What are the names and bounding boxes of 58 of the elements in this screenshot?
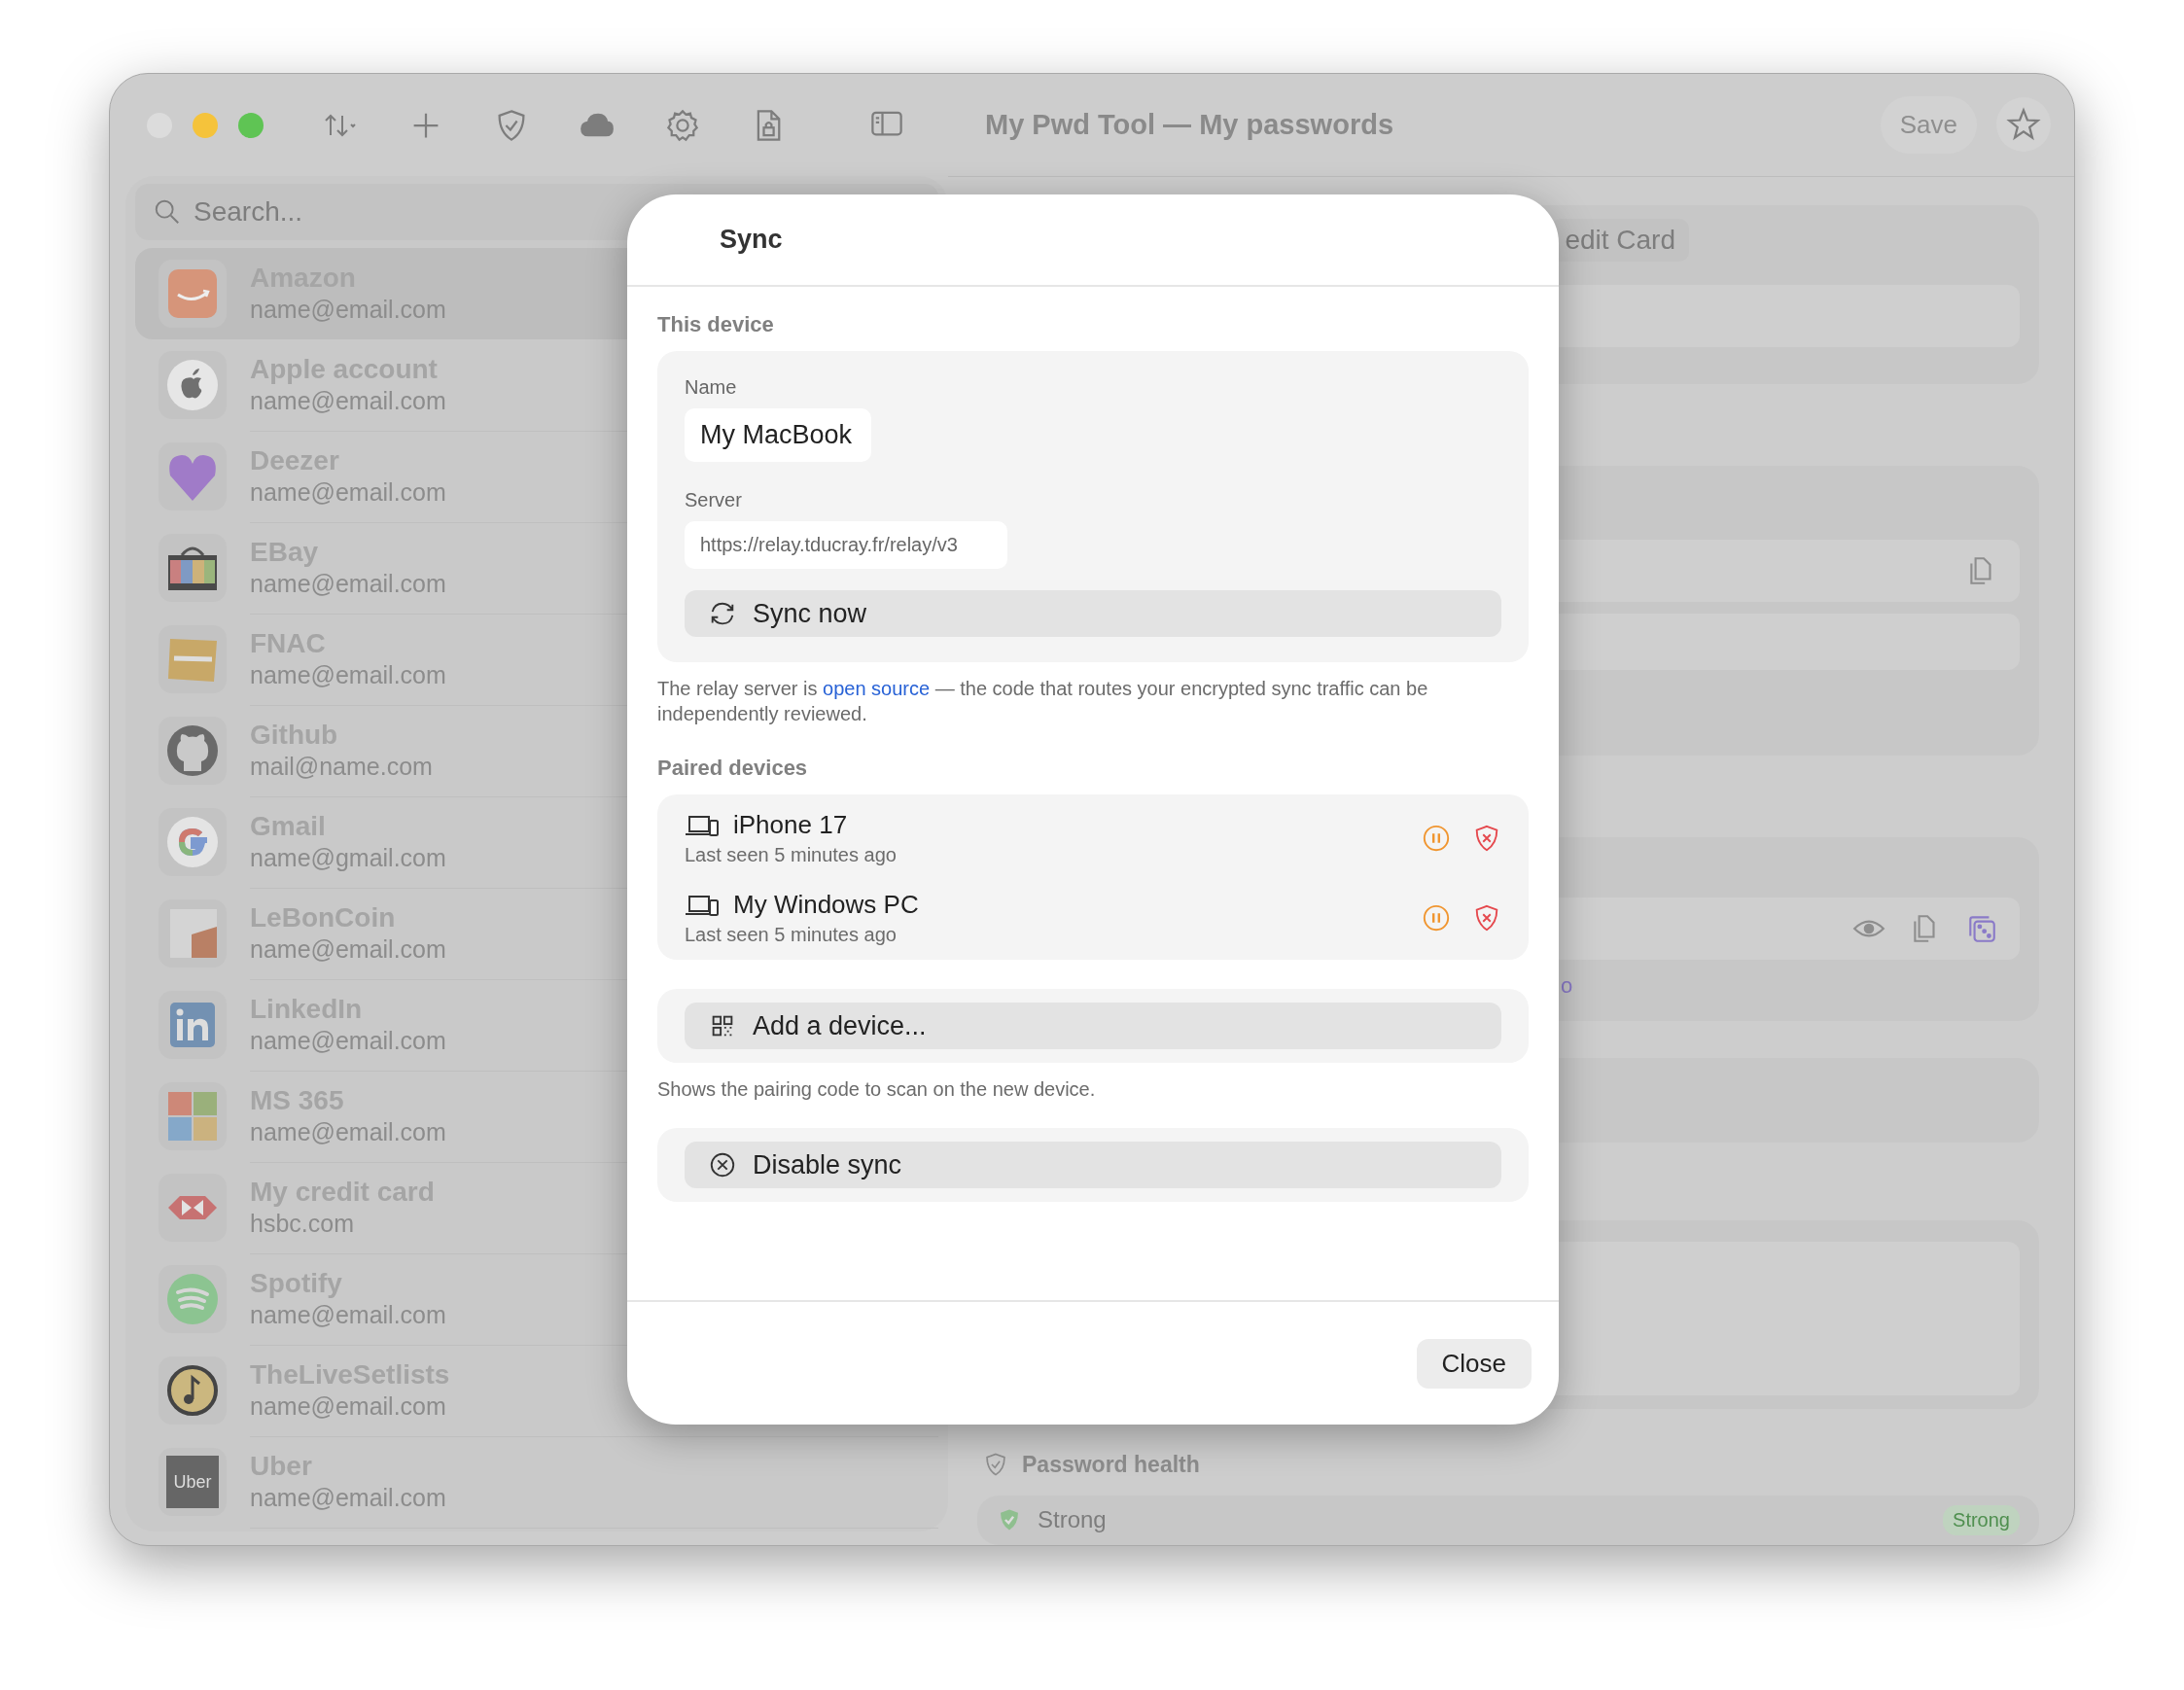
app-logo-icon bbox=[159, 991, 227, 1059]
section-heading: Password health bbox=[1022, 1452, 1200, 1478]
strength-label: Strong bbox=[1038, 1506, 1108, 1534]
entry-login: name@email.com bbox=[250, 1027, 446, 1055]
entry-login: name@email.com bbox=[250, 387, 446, 415]
app-logo-icon bbox=[159, 442, 227, 511]
app-logo-icon bbox=[159, 717, 227, 785]
close-button[interactable]: Close bbox=[1416, 1338, 1532, 1389]
app-logo-icon bbox=[159, 808, 227, 876]
field-label: Name bbox=[685, 376, 737, 399]
add-device-button[interactable]: Add a device... bbox=[685, 1003, 1501, 1049]
strength-badge: Strong bbox=[1943, 1505, 2020, 1535]
entry-login: mail@name.com bbox=[250, 753, 433, 781]
app-logo-icon bbox=[159, 1265, 227, 1333]
entry-login: name@email.com bbox=[250, 478, 446, 507]
sync-now-button[interactable]: Sync now bbox=[685, 590, 1501, 637]
server-field[interactable]: https://relay.tducray.fr/relay/v3 bbox=[685, 521, 1007, 569]
entry-login: name@gmail.com bbox=[250, 844, 446, 872]
star-icon bbox=[2006, 107, 2041, 142]
entry-login: name@email.com bbox=[250, 1484, 446, 1512]
entry-login: name@email.com bbox=[250, 1392, 446, 1421]
zoom-window-button[interactable] bbox=[238, 112, 264, 138]
uber-logo: Uber bbox=[166, 1456, 219, 1508]
device-name-field[interactable]: My MacBook bbox=[685, 408, 871, 462]
last-seen-text: Last seen 5 minutes ago bbox=[685, 844, 897, 866]
entry-login: name@email.com bbox=[250, 1118, 446, 1146]
entry-login: hsbc.com bbox=[250, 1210, 354, 1238]
pause-icon[interactable] bbox=[1422, 903, 1451, 933]
device-name: My Windows PC bbox=[733, 890, 919, 920]
app-logo-icon bbox=[159, 625, 227, 693]
disable-sync-button[interactable]: Disable sync bbox=[685, 1142, 1501, 1188]
device-name: iPhone 17 bbox=[733, 810, 848, 840]
app-logo-icon bbox=[159, 1082, 227, 1150]
link-text[interactable]: o bbox=[1561, 972, 1573, 999]
app-logo-icon bbox=[159, 899, 227, 968]
close-circle-icon bbox=[708, 1150, 737, 1179]
entry-login: name@email.com bbox=[250, 935, 446, 964]
shield-check-icon bbox=[983, 1452, 1008, 1478]
app-logo-icon bbox=[159, 534, 227, 602]
section-heading: This device bbox=[657, 312, 775, 337]
save-button[interactable]: Save bbox=[1880, 95, 1977, 154]
pause-icon[interactable] bbox=[1422, 824, 1451, 853]
app-logo-icon bbox=[159, 1356, 227, 1425]
relay-note: The relay server is open source — the code that routes your encrypted sync traffic can be independently reviewed. bbox=[657, 677, 1429, 726]
entry-login: name@email.com bbox=[250, 570, 446, 598]
hint-text: Shows the pairing code to scan on the new device. bbox=[657, 1078, 1097, 1101]
entry-login: name@email.com bbox=[250, 661, 446, 689]
settings-icon[interactable] bbox=[665, 107, 700, 143]
window-title: My Pwd Tool — My passwords bbox=[985, 108, 1395, 141]
app-logo-icon bbox=[159, 351, 227, 419]
section-heading: Paired devices bbox=[657, 756, 809, 781]
field-label: Server bbox=[685, 489, 742, 511]
app-logo-icon bbox=[159, 1174, 227, 1242]
open-source-link[interactable]: open source bbox=[823, 678, 931, 699]
last-seen-text: Last seen 5 minutes ago bbox=[685, 924, 897, 946]
search-icon bbox=[153, 197, 182, 227]
app-logo-icon bbox=[159, 260, 227, 328]
entry-login: name@email.com bbox=[250, 1301, 446, 1329]
